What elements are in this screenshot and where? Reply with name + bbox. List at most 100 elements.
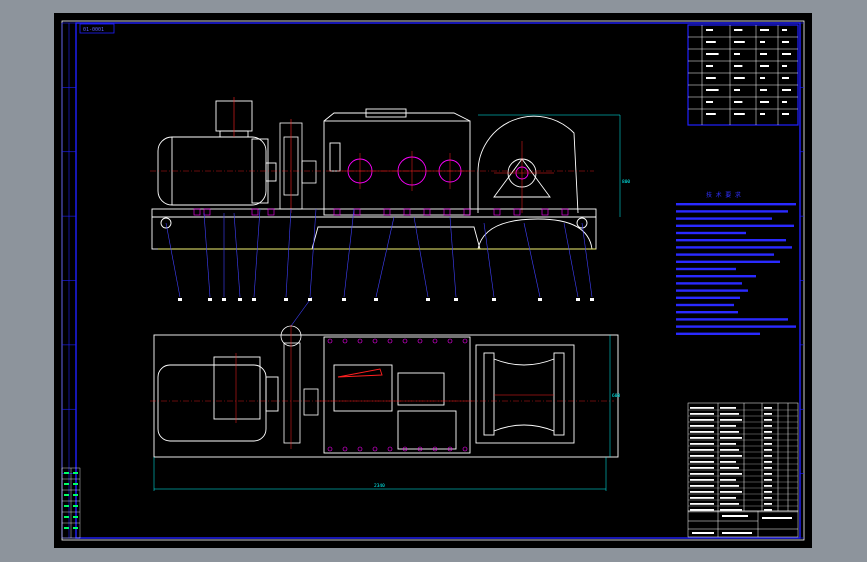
revision-mark [64, 483, 69, 485]
note-line [676, 260, 780, 263]
balloon-mark [538, 298, 542, 301]
title-block-mark [782, 89, 791, 91]
bolt [333, 208, 341, 216]
bolt [541, 208, 549, 216]
leader-line [483, 222, 495, 298]
parts-row-mark [690, 413, 714, 415]
revision-mark [73, 505, 78, 507]
note-line [676, 303, 734, 307]
bolt [267, 208, 275, 216]
title-block-mark [760, 65, 769, 67]
parts-row-mark [690, 503, 714, 505]
parts-row-mark [764, 509, 772, 511]
parts-row-mark [764, 407, 772, 409]
parts-row-mark [690, 449, 714, 451]
motor-top [157, 353, 279, 442]
parts-row-mark [690, 407, 714, 409]
note-line [676, 267, 736, 271]
parts-row-mark [720, 473, 742, 475]
title-block-mark [760, 101, 769, 103]
parts-row-mark [690, 443, 714, 445]
leader-line [375, 216, 395, 298]
parts-row-mark [720, 461, 736, 463]
revision-mark [64, 516, 69, 518]
bolt [372, 446, 378, 452]
parts-row-mark [764, 443, 772, 445]
leader-line [523, 222, 541, 298]
dim-width-text: 600 [612, 393, 620, 399]
bolt [353, 208, 361, 216]
balloon-mark [374, 298, 378, 301]
note-line [676, 332, 760, 335]
title-block-mark [734, 41, 745, 43]
bolt [417, 338, 423, 344]
leader-line [290, 296, 313, 327]
revision-mark [64, 494, 69, 496]
leader-line [309, 208, 317, 298]
title-block-mark [760, 53, 767, 55]
drum-top [475, 344, 575, 444]
title-block-mark [760, 29, 769, 31]
balloon-mark [238, 298, 242, 301]
bolt [327, 338, 333, 344]
bolt [403, 208, 411, 216]
inner-frame [75, 22, 801, 539]
title-block-mark [706, 65, 713, 67]
bolt [251, 208, 259, 216]
revision-mark [73, 483, 78, 485]
bolt [357, 446, 363, 452]
parts-row-mark [764, 473, 772, 475]
bolt [463, 208, 471, 216]
leader-line [253, 208, 261, 298]
bolt [357, 338, 363, 344]
revision-mark [73, 472, 78, 474]
parts-row-mark [690, 431, 714, 433]
note-line [676, 246, 792, 249]
parts-row-mark [720, 425, 736, 427]
balloon-mark [222, 298, 226, 301]
title-mark [762, 517, 792, 519]
bolt [372, 338, 378, 344]
bolt [493, 208, 501, 216]
bolt [513, 208, 521, 216]
parts-row-mark [764, 503, 772, 505]
title-block-mark [706, 89, 719, 91]
parts-row-mark [764, 413, 772, 415]
leader-line [563, 222, 579, 298]
parts-row-mark [720, 509, 742, 511]
parts-row-mark [690, 437, 714, 439]
parts-row-mark [690, 425, 714, 427]
parts-row-mark [764, 425, 772, 427]
title-block-mark [734, 113, 745, 115]
title-block-mark [782, 101, 787, 103]
balloon-mark [284, 298, 288, 301]
title-mark [722, 532, 752, 534]
title-block-mark [706, 53, 719, 55]
balloon-mark [590, 298, 594, 301]
parts-row-mark [720, 413, 739, 415]
leader-line [203, 212, 211, 298]
parts-row-mark [720, 503, 739, 505]
parts-row-mark [720, 479, 736, 481]
leader-line [233, 212, 241, 298]
title-mark [722, 515, 748, 517]
note-line [676, 296, 740, 299]
parts-row-mark [720, 431, 739, 433]
bolt [462, 446, 468, 452]
title-block-mark [782, 113, 789, 115]
title-block-mark [706, 41, 716, 43]
parts-row-mark [690, 455, 714, 457]
parts-row-mark [764, 431, 772, 433]
title-block-mark [734, 89, 740, 91]
note-line [676, 311, 738, 314]
parts-row-mark [690, 419, 714, 421]
parts-row-mark [690, 509, 714, 511]
corner-tag-text: 01-0001 [83, 27, 104, 33]
parts-row-mark [720, 485, 739, 487]
parts-row-mark [764, 461, 772, 463]
parts-row-mark [720, 437, 742, 439]
title-block-mark [760, 41, 765, 43]
dim-height-text: 800 [622, 179, 630, 185]
leader-line [449, 216, 457, 298]
balloon-mark [178, 298, 182, 301]
